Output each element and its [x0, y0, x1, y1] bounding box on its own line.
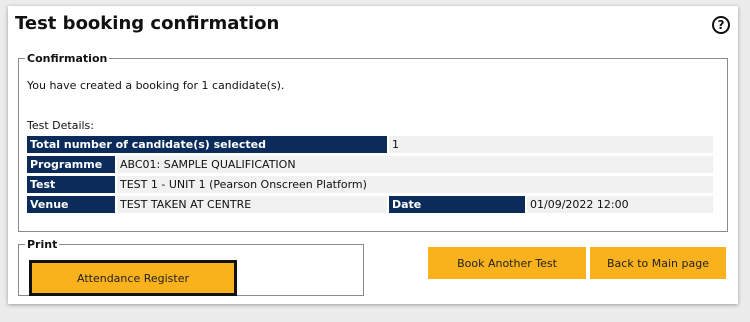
venue-label: Venue — [27, 196, 115, 213]
programme-value: ABC01: SAMPLE QUALIFICATION — [117, 156, 713, 173]
print-legend: Print — [27, 238, 58, 251]
confirmation-legend: Confirmation — [27, 52, 108, 65]
help-icon[interactable]: ? — [712, 16, 730, 34]
back-to-main-page-button[interactable]: Back to Main page — [590, 247, 726, 279]
print-section: Print Attendance Register — [18, 238, 364, 296]
test-details-label: Test Details: — [27, 119, 94, 132]
booking-confirmation-panel: Test booking confirmation ? Confirmation… — [8, 6, 738, 304]
confirmation-section: Confirmation You have created a booking … — [18, 52, 728, 232]
date-label: Date — [389, 196, 525, 213]
test-label: Test — [27, 176, 115, 193]
test-value: TEST 1 - UNIT 1 (Pearson Onscreen Platfo… — [117, 176, 713, 193]
book-another-test-button[interactable]: Book Another Test — [428, 247, 586, 279]
date-value: 01/09/2022 12:00 — [527, 196, 713, 213]
attendance-register-button[interactable]: Attendance Register — [29, 260, 237, 296]
total-candidates-value: 1 — [389, 136, 713, 153]
total-candidates-label: Total number of candidate(s) selected — [27, 136, 387, 153]
venue-value: TEST TAKEN AT CENTRE — [117, 196, 387, 213]
page-title: Test booking confirmation — [15, 13, 280, 34]
booking-message: You have created a booking for 1 candida… — [27, 79, 285, 92]
programme-label: Programme — [27, 156, 115, 173]
